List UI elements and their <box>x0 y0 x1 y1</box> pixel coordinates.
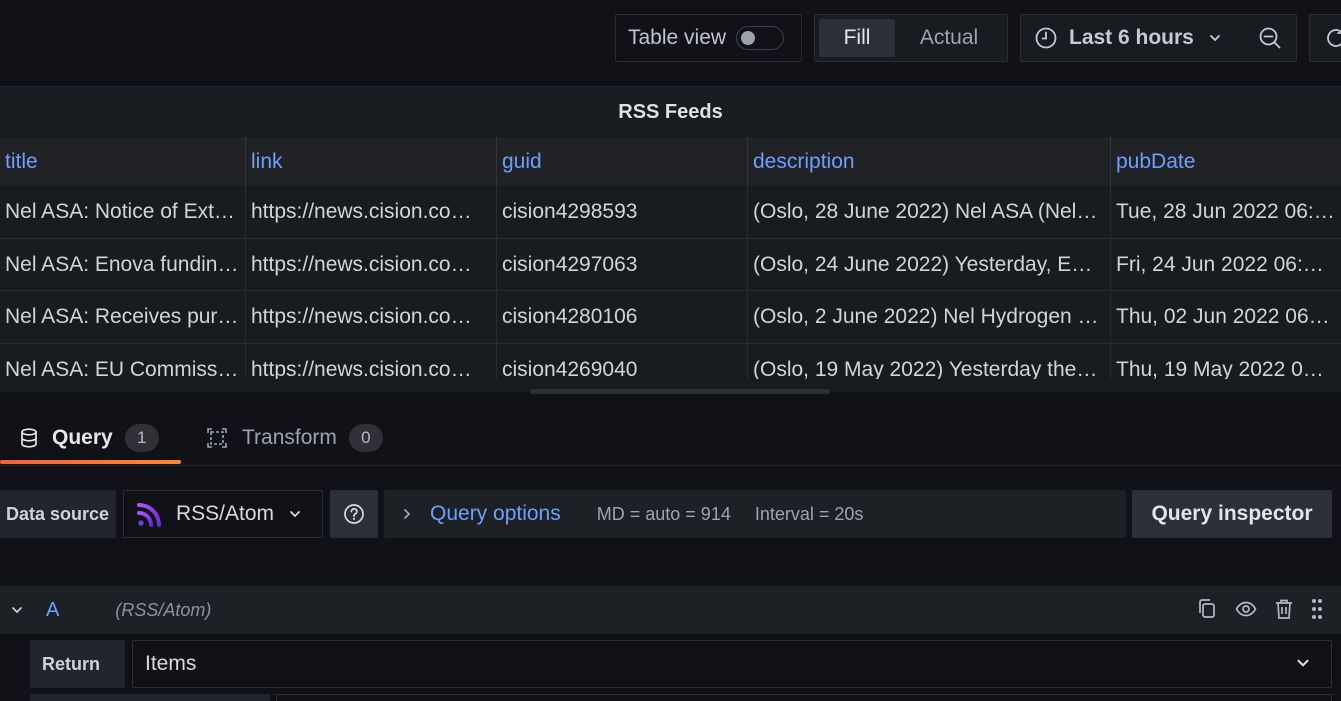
table-row: Nel ASA: Receives pur… https://news.cisi… <box>0 291 1341 344</box>
table-cell: Thu, 19 May 2022 06… <box>1116 357 1335 380</box>
table-cell: cision4297063 <box>497 238 748 291</box>
trash-icon[interactable] <box>1275 598 1293 620</box>
column-header-title[interactable]: title <box>0 137 246 186</box>
table-cell: Nel ASA: EU Commissi… <box>0 343 246 379</box>
table-cell: Nel ASA: Notice of Ext… <box>0 186 246 238</box>
table-cell: (Oslo, 19 May 2022) Yesterday the… <box>748 343 1111 379</box>
table-cell: cision4298593 <box>497 186 748 238</box>
chevron-down-icon <box>1208 31 1222 45</box>
table-row: Nel ASA: Notice of Ext… https://news.cis… <box>0 186 1341 239</box>
query-ref-id[interactable]: A <box>46 599 59 622</box>
table-cell: Thu, 02 Jun 2022 06:… <box>1116 305 1335 328</box>
query-count-badge: 1 <box>124 424 159 452</box>
refresh-icon <box>1324 26 1341 50</box>
table-view-label: Table view <box>628 26 727 49</box>
query-options-bar[interactable]: Query options MD = auto = 914 Interval =… <box>384 490 1126 538</box>
query-datasource-name: (RSS/Atom) <box>115 599 212 620</box>
table-view-toggle-group[interactable]: Table view <box>615 14 802 62</box>
tab-transform[interactable]: Transform 0 <box>206 414 396 462</box>
table-cell: https://news.cision.co… <box>246 186 497 238</box>
table-row: Nel ASA: Enova fundin… https://news.cisi… <box>0 238 1341 291</box>
table-cell: https://news.cision.co… <box>246 238 497 291</box>
query-options-link[interactable]: Query options <box>430 502 561 526</box>
table-cell: Nel ASA: Enova fundin… <box>0 238 246 291</box>
time-range-label: Last 6 hours <box>1069 26 1194 49</box>
chevron-down-icon <box>288 507 302 521</box>
return-select[interactable]: Items <box>132 640 1332 688</box>
interval-text: Interval = 20s <box>754 503 864 524</box>
actual-button[interactable]: Actual <box>895 19 1003 57</box>
return-value: Items <box>145 652 197 675</box>
fill-actual-radio-group: Fill Actual <box>814 14 1008 62</box>
query-actions <box>1197 598 1323 620</box>
refresh-button[interactable] <box>1309 14 1341 62</box>
tab-query-label: Query <box>52 426 113 449</box>
eye-icon[interactable] <box>1235 601 1257 617</box>
table-cell: cision4269040 <box>497 343 748 379</box>
query-a-header: A (RSS/Atom) <box>0 586 1341 634</box>
next-field-input[interactable] <box>276 694 1332 701</box>
column-header-link[interactable]: link <box>246 137 497 186</box>
panel-title: RSS Feeds <box>618 100 723 123</box>
panel-preview: RSS Feeds title link guid description pu… <box>0 86 1341 394</box>
table-cell: https://news.cision.co… <box>246 291 497 343</box>
column-header-description[interactable]: description <box>748 137 1111 186</box>
transform-icon <box>206 427 228 449</box>
table-cell: Tue, 28 Jun 2022 06:… <box>1116 200 1335 223</box>
table-cell: (Oslo, 2 June 2022) Nel Hydrogen … <box>748 291 1111 343</box>
active-tab-indicator <box>0 460 181 464</box>
chevron-right-icon <box>400 507 414 521</box>
chevron-down-icon[interactable] <box>10 603 24 617</box>
data-source-picker[interactable]: RSS/Atom <box>123 490 323 538</box>
zoom-out-button[interactable] <box>1243 14 1297 62</box>
question-circle-icon <box>343 503 365 525</box>
fill-button[interactable]: Fill <box>819 19 895 57</box>
return-label: Return <box>30 640 125 688</box>
table-cell: Nel ASA: Receives pur… <box>0 291 246 343</box>
drag-handle-icon[interactable] <box>1311 598 1323 620</box>
next-field-label <box>30 694 270 701</box>
duplicate-query-icon[interactable] <box>1197 598 1217 620</box>
time-range-picker[interactable]: Last 6 hours <box>1020 14 1244 62</box>
table-cell: Fri, 24 Jun 2022 06:5… <box>1116 252 1335 276</box>
table-header-row: title link guid description pubDate <box>0 137 1341 186</box>
data-table: title link guid description pubDate Nel … <box>0 137 1341 379</box>
max-data-points-text: MD = auto = 914 <box>596 503 731 524</box>
tab-query[interactable]: Query 1 <box>0 414 181 464</box>
transform-count-badge: 0 <box>348 424 383 452</box>
table-row: Nel ASA: EU Commissi… https://news.cisio… <box>0 343 1341 380</box>
tab-transform-label: Transform <box>242 426 337 449</box>
database-icon <box>20 428 38 448</box>
switch-knob <box>741 31 756 45</box>
data-source-help-button[interactable] <box>330 490 378 538</box>
clock-icon <box>1035 27 1057 49</box>
chevron-down-icon <box>1295 655 1311 671</box>
table-cell: (Oslo, 24 June 2022) Yesterday, E… <box>748 238 1111 291</box>
data-source-label: Data source <box>0 490 116 538</box>
rss-icon <box>136 500 164 528</box>
table-cell: https://news.cision.co… <box>246 343 497 379</box>
table-view-switch[interactable] <box>736 26 785 50</box>
column-header-pubdate[interactable]: pubDate <box>1111 137 1341 186</box>
query-inspector-button[interactable]: Query inspector <box>1132 490 1332 538</box>
table-cell: (Oslo, 28 June 2022) Nel ASA (Nel… <box>748 186 1111 238</box>
data-source-value: RSS/Atom <box>176 502 275 525</box>
column-header-guid[interactable]: guid <box>497 137 748 186</box>
table-cell: cision4280106 <box>497 291 748 343</box>
zoom-out-icon <box>1258 26 1282 50</box>
editor-tabs: Query 1 Transform 0 <box>0 392 1341 466</box>
panel-edit-toolbar: Table view Fill Actual Last 6 hours <box>0 0 1341 86</box>
